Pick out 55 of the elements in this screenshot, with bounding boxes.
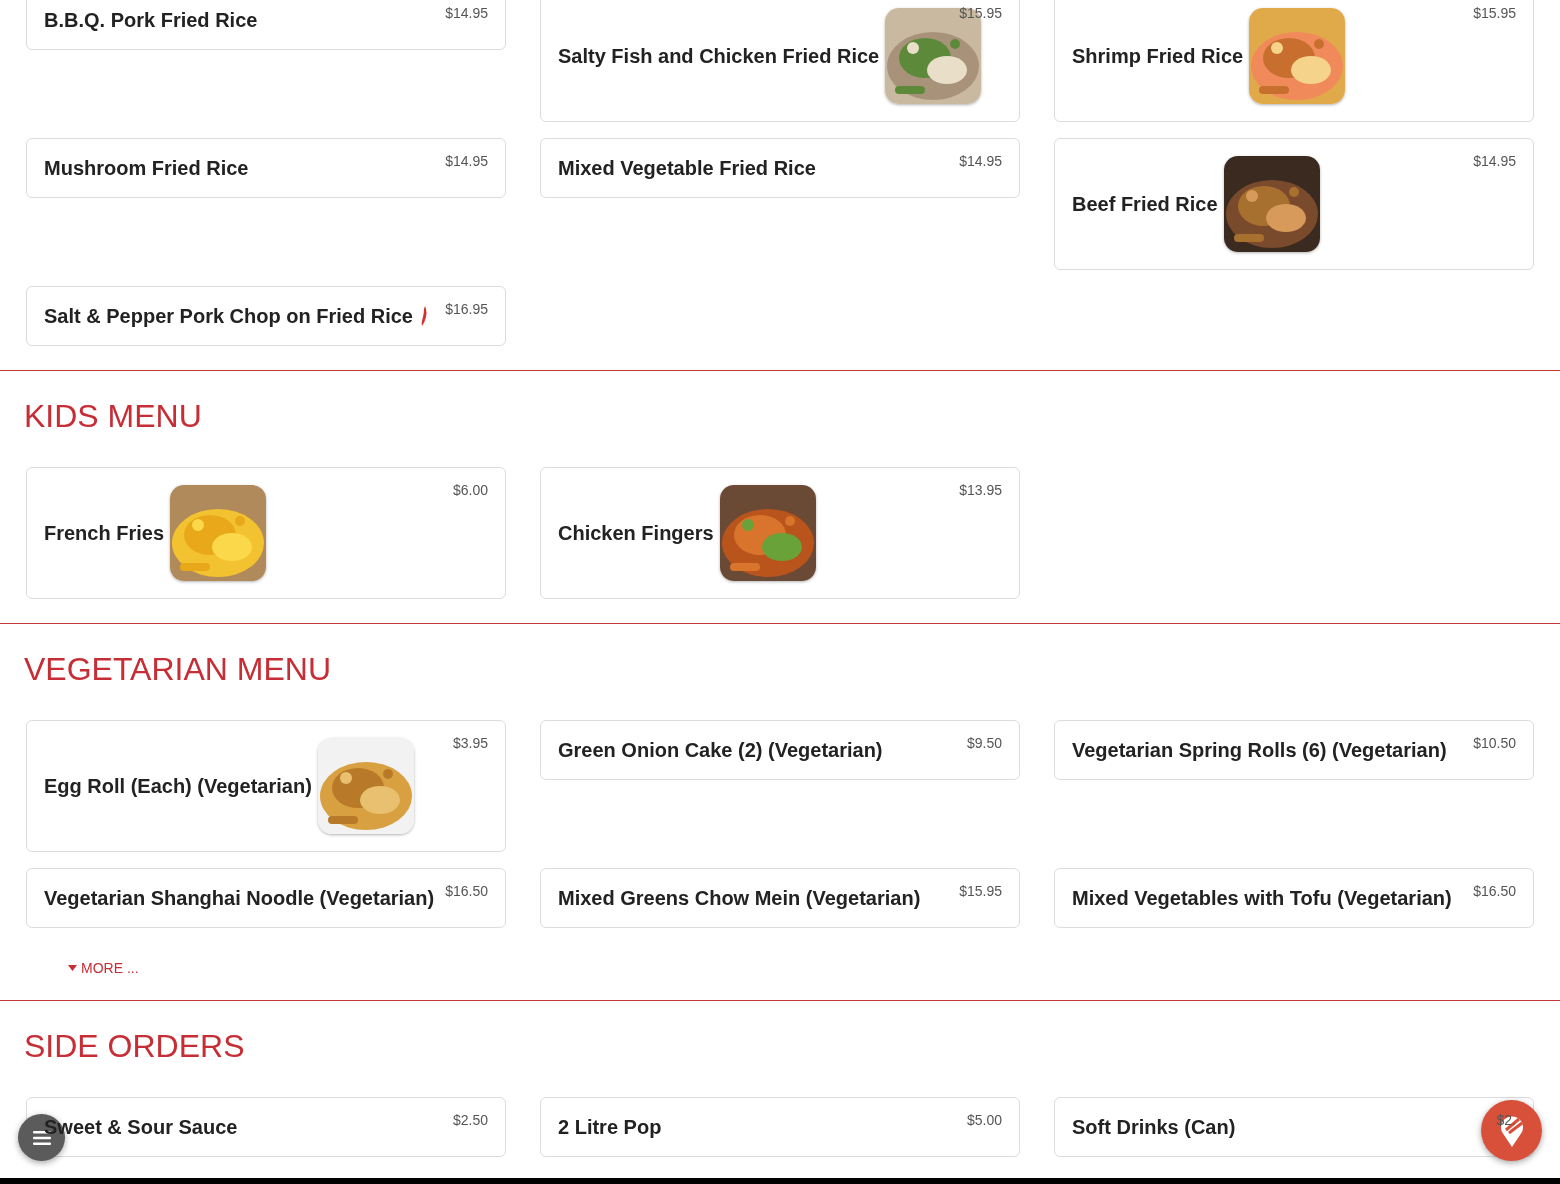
menu-item-card[interactable]: Salt & Pepper Pork Chop on Fried Rice $16.95 (26, 286, 506, 346)
item-name: Chicken Fingers (558, 521, 714, 545)
item-price: $5.00 (966, 1112, 1002, 1128)
item-price: $15.95 (1473, 5, 1516, 21)
item-name: Salty Fish and Chicken Fried Rice (558, 44, 880, 68)
item-name: Vegetarian Spring Rolls (6) (Vegetarian) (1072, 738, 1447, 762)
menu-item-card[interactable]: Shrimp Fried Rice $15.95 (1054, 0, 1534, 122)
item-name: Mixed Vegetables with Tofu (Vegetarian) (1072, 886, 1452, 910)
menu-item-card[interactable]: Mushroom Fried Rice $14.95 (26, 138, 506, 198)
menu-item-card[interactable]: Beef Fried Rice $14.95 (1054, 138, 1534, 270)
menu-item-card[interactable]: Chicken Fingers $13.95 (540, 467, 1020, 599)
menu-item-card[interactable]: Salty Fish and Chicken Fried Rice $15.95 (540, 0, 1020, 122)
item-name: Green Onion Cake (2) (Vegetarian) (558, 738, 883, 762)
menu-item-card[interactable]: B.B.Q. Pork Fried Rice $14.95 (26, 0, 506, 50)
item-price: $9.50 (966, 735, 1002, 751)
menu-item-card[interactable]: Green Onion Cake (2) (Vegetarian) $9.50 (540, 720, 1020, 780)
item-name: French Fries (44, 521, 165, 545)
section-heading: SIDE ORDERS (24, 1027, 246, 1065)
item-price: $15.95 (959, 5, 1002, 21)
item-price: $14.95 (445, 153, 488, 169)
section-heading: VEGETARIAN MENU (24, 650, 332, 688)
item-name: Mushroom Fried Rice (44, 156, 249, 180)
menu-item-card[interactable]: Mixed Vegetable Fried Rice $14.95 (540, 138, 1020, 198)
menu-item-card[interactable]: Mixed Greens Chow Mein (Vegetarian) $15.95 (540, 868, 1020, 928)
menu-item-card[interactable]: Vegetarian Shanghai Noodle (Vegetarian) $16.50 (26, 868, 506, 928)
item-price: $6.00 (452, 482, 488, 498)
item-name: Mixed Greens Chow Mein (Vegetarian) (558, 886, 921, 910)
section-heading: KIDS MENU (24, 397, 203, 435)
menu-item-card[interactable]: Egg Roll (Each) (Vegetarian) $3.95 (26, 720, 506, 852)
menu-item-card[interactable]: Mixed Vegetables with Tofu (Vegetarian) $16.50 (1054, 868, 1534, 928)
item-name: Vegetarian Shanghai Noodle (Vegetarian) (44, 886, 435, 910)
item-price: $14.95 (1473, 153, 1516, 169)
caret-icon (68, 965, 77, 971)
item-price: $16.50 (1473, 883, 1516, 899)
item-price: $2.50 (452, 1112, 488, 1128)
menu-item-card[interactable]: 2 Litre Pop $5.00 (540, 1097, 1020, 1157)
item-price: $14.95 (959, 153, 1002, 169)
item-price: $14.95 (445, 5, 488, 21)
item-name: 2 Litre Pop (558, 1115, 662, 1139)
item-price: $13.95 (959, 482, 1002, 498)
item-name: B.B.Q. Pork Fried Rice (44, 8, 258, 32)
more-link[interactable]: MORE ... (68, 960, 139, 976)
item-price: $16.50 (445, 883, 488, 899)
item-name: Shrimp Fried Rice (1072, 44, 1244, 68)
item-name: Salt & Pepper Pork Chop on Fried Rice (44, 304, 413, 328)
item-name: Mixed Vegetable Fried Rice (558, 156, 816, 180)
item-name: Beef Fried Rice (1072, 192, 1218, 216)
item-price: $16.95 (445, 301, 488, 317)
item-price: $10.50 (1473, 735, 1516, 751)
item-name: Soft Drinks (Can) (1072, 1115, 1236, 1139)
menu-item-card[interactable]: Vegetarian Spring Rolls (6) (Vegetarian) $10.50 (1054, 720, 1534, 780)
item-name: Egg Roll (Each) (Vegetarian) (44, 774, 312, 798)
item-price: $3.95 (452, 735, 488, 751)
menu-item-card[interactable]: French Fries $6.00 (26, 467, 506, 599)
item-price: $15.95 (959, 883, 1002, 899)
